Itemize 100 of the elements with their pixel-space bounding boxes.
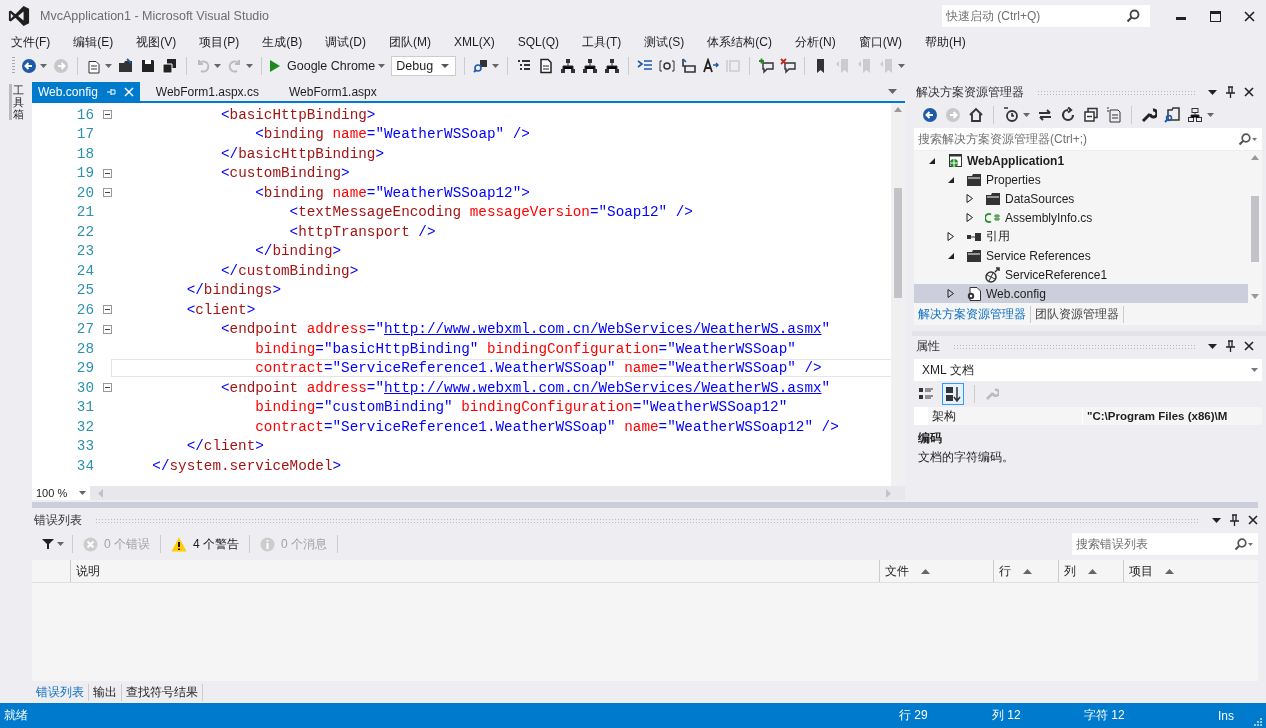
history-icon[interactable] — [1003, 107, 1019, 123]
scrollbar-thumb[interactable] — [1251, 196, 1259, 262]
configuration-dropdown[interactable]: Debug — [391, 56, 457, 76]
tag-icon[interactable] — [681, 58, 698, 74]
new-project-icon[interactable] — [86, 58, 102, 74]
resize-grip-icon[interactable] — [1254, 717, 1262, 726]
find-icon[interactable] — [473, 58, 490, 74]
menu-item[interactable]: 视图(V) — [129, 33, 184, 51]
search-icon[interactable] — [1126, 9, 1140, 23]
text-format-icon[interactable] — [703, 58, 720, 74]
close-icon[interactable] — [1244, 87, 1254, 97]
collapse-icon[interactable] — [1083, 107, 1099, 123]
menu-item[interactable]: 测试(S) — [637, 33, 692, 51]
menu-item[interactable]: SQL(Q) — [510, 35, 566, 49]
pin-icon[interactable] — [1226, 86, 1235, 98]
object-dropdown[interactable]: XML 文档 — [914, 359, 1262, 381]
collapse-icon[interactable] — [102, 324, 112, 334]
tree-item[interactable]: Properties — [914, 170, 1248, 189]
back-icon[interactable] — [21, 58, 37, 74]
tree-item[interactable]: AssemblyInfo.cs — [914, 208, 1248, 227]
menu-item[interactable]: 团队(M) — [382, 33, 438, 51]
code-line: <basicHttpBinding> — [219, 106, 377, 123]
open-folder-icon[interactable] — [118, 58, 134, 74]
dropdown-arrow-icon[interactable] — [1208, 343, 1217, 349]
close-icon[interactable] — [1248, 515, 1258, 525]
menu-item[interactable]: 帮助(H) — [918, 33, 973, 51]
close-icon[interactable] — [1244, 341, 1254, 351]
save-all-icon[interactable] — [162, 58, 178, 74]
collapsed-arrow-icon[interactable] — [966, 194, 974, 203]
scrollbar-thumb[interactable] — [894, 188, 902, 298]
start-debugging-button[interactable]: Google Chrome — [270, 59, 376, 73]
tree-item[interactable]: WebApplication1 — [914, 151, 1248, 170]
sync-icon[interactable] — [1037, 107, 1053, 123]
menu-item[interactable]: 文件(F) — [4, 33, 58, 51]
tree-item[interactable]: DataSources — [914, 189, 1248, 208]
hierarchy-icon[interactable] — [604, 58, 621, 74]
menu-item[interactable]: 生成(B) — [255, 33, 310, 51]
collapsed-arrow-icon[interactable] — [966, 213, 974, 222]
dropdown-arrow-icon[interactable] — [1212, 517, 1221, 523]
search-icon[interactable] — [1238, 133, 1258, 146]
menu-item[interactable]: 体系结构(C) — [700, 33, 779, 51]
categorized-icon[interactable] — [918, 386, 934, 402]
menu-item[interactable]: 项目(P) — [192, 33, 247, 51]
column-header[interactable]: 项目 — [1124, 560, 1258, 582]
panel-tab[interactable]: 查找符号结果 — [122, 683, 203, 701]
zoom-dropdown[interactable]: 100 % — [32, 486, 90, 500]
panel-tab[interactable]: 解决方案资源管理器 — [914, 305, 1031, 323]
scroll-up-icon[interactable] — [1251, 155, 1259, 160]
dropdown-arrow-icon[interactable] — [1208, 89, 1217, 95]
collapsed-arrow-icon[interactable] — [947, 232, 955, 241]
menu-item[interactable]: 调试(D) — [318, 33, 373, 51]
pin-icon[interactable] — [1230, 514, 1239, 526]
panel-tab[interactable]: 输出 — [89, 683, 122, 701]
expanded-arrow-icon[interactable] — [947, 175, 955, 184]
property-name: 架构 — [928, 407, 1083, 425]
hierarchy-icon[interactable] — [560, 58, 577, 74]
search-field[interactable]: 搜索解决方案资源管理器(Ctrl+;) — [914, 128, 1262, 150]
tree-item[interactable]: 引用 — [914, 227, 1248, 246]
menu-item[interactable]: XML(X) — [447, 35, 502, 49]
diagram-icon[interactable] — [1187, 107, 1203, 123]
uncomment-icon[interactable] — [780, 58, 797, 74]
quick-launch-field[interactable]: 快速启动 (Ctrl+Q) — [942, 5, 1150, 27]
alphabetical-icon[interactable] — [942, 383, 964, 405]
tree-item[interactable]: ServiceReference1 — [914, 265, 1248, 284]
filter-toggle[interactable]: 4 个警告 — [169, 535, 242, 553]
collapse-icon[interactable] — [102, 305, 112, 315]
pin-icon[interactable] — [1226, 340, 1235, 352]
document-icon[interactable] — [538, 58, 555, 74]
refresh-icon[interactable] — [1060, 107, 1076, 123]
expanded-arrow-icon[interactable] — [947, 251, 955, 260]
wrench-icon[interactable] — [1141, 107, 1157, 123]
collapse-icon[interactable] — [102, 383, 112, 393]
menu-item[interactable]: 分析(N) — [788, 33, 843, 51]
expanded-arrow-icon[interactable] — [928, 156, 936, 165]
tree-item[interactable]: Web.config — [914, 284, 1248, 303]
home-icon[interactable] — [968, 107, 984, 123]
filter-icon[interactable] — [42, 538, 54, 550]
search-icon[interactable] — [1234, 538, 1254, 551]
hierarchy-icon[interactable] — [582, 58, 599, 74]
tree-item[interactable]: Service References — [914, 246, 1248, 265]
save-icon[interactable] — [140, 58, 156, 74]
panel-tab[interactable]: 团队资源管理器 — [1031, 305, 1124, 323]
code-line: </bindings> — [185, 282, 283, 299]
property-value[interactable]: "C:\Program Files (x86)\M — [1083, 410, 1252, 422]
menu-item[interactable]: 编辑(E) — [66, 33, 121, 51]
bracket-icon[interactable] — [659, 58, 676, 74]
search-field[interactable]: 搜索错误列表 — [1072, 533, 1258, 555]
document-tab[interactable]: WebForm1.aspx — [282, 82, 383, 101]
menu-item[interactable]: 工具(T) — [575, 33, 629, 51]
document-tab[interactable]: WebForm1.aspx.cs — [149, 82, 265, 101]
collapse-icon[interactable] — [102, 110, 112, 120]
show-all-icon[interactable] — [1106, 107, 1122, 123]
preview-icon[interactable] — [1164, 107, 1180, 123]
collapse-icon[interactable] — [102, 168, 112, 178]
comment-icon[interactable] — [758, 58, 775, 74]
collapsed-arrow-icon[interactable] — [947, 289, 955, 298]
menu-item[interactable]: 窗口(W) — [851, 33, 909, 51]
panel-tab[interactable]: 错误列表 — [32, 683, 89, 701]
collapse-icon[interactable] — [102, 188, 112, 198]
back-icon[interactable] — [922, 107, 938, 123]
